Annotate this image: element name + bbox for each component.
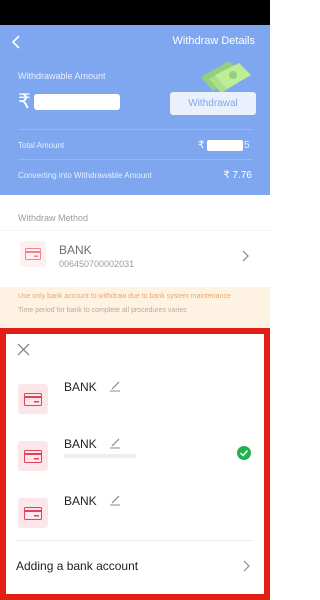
bank-account-name: BANK	[64, 494, 97, 508]
add-bank-account-label: Adding a bank account	[16, 559, 139, 573]
redacted-account-number	[64, 454, 136, 458]
dim-overlay[interactable]	[0, 25, 270, 330]
sheet-divider	[16, 540, 254, 541]
bank-account-option[interactable]: BANK	[6, 427, 264, 481]
bank-account-name: BANK	[64, 437, 97, 451]
edit-pencil-icon[interactable]	[109, 494, 121, 506]
edit-pencil-icon[interactable]	[109, 437, 121, 449]
status-bar	[0, 0, 270, 25]
bank-account-name: BANK	[64, 380, 97, 394]
bank-card-icon	[18, 384, 48, 414]
bank-account-sheet: BANK BANK BANK Adding a bank account	[0, 328, 270, 600]
bank-account-option[interactable]: BANK	[6, 370, 264, 424]
edit-pencil-icon[interactable]	[109, 380, 121, 392]
chevron-right-icon	[243, 560, 250, 572]
selected-check-icon	[237, 446, 251, 460]
bank-card-icon	[18, 441, 48, 471]
bank-card-icon	[18, 498, 48, 528]
bank-account-option[interactable]: BANK	[6, 484, 264, 538]
close-icon[interactable]	[17, 343, 30, 356]
